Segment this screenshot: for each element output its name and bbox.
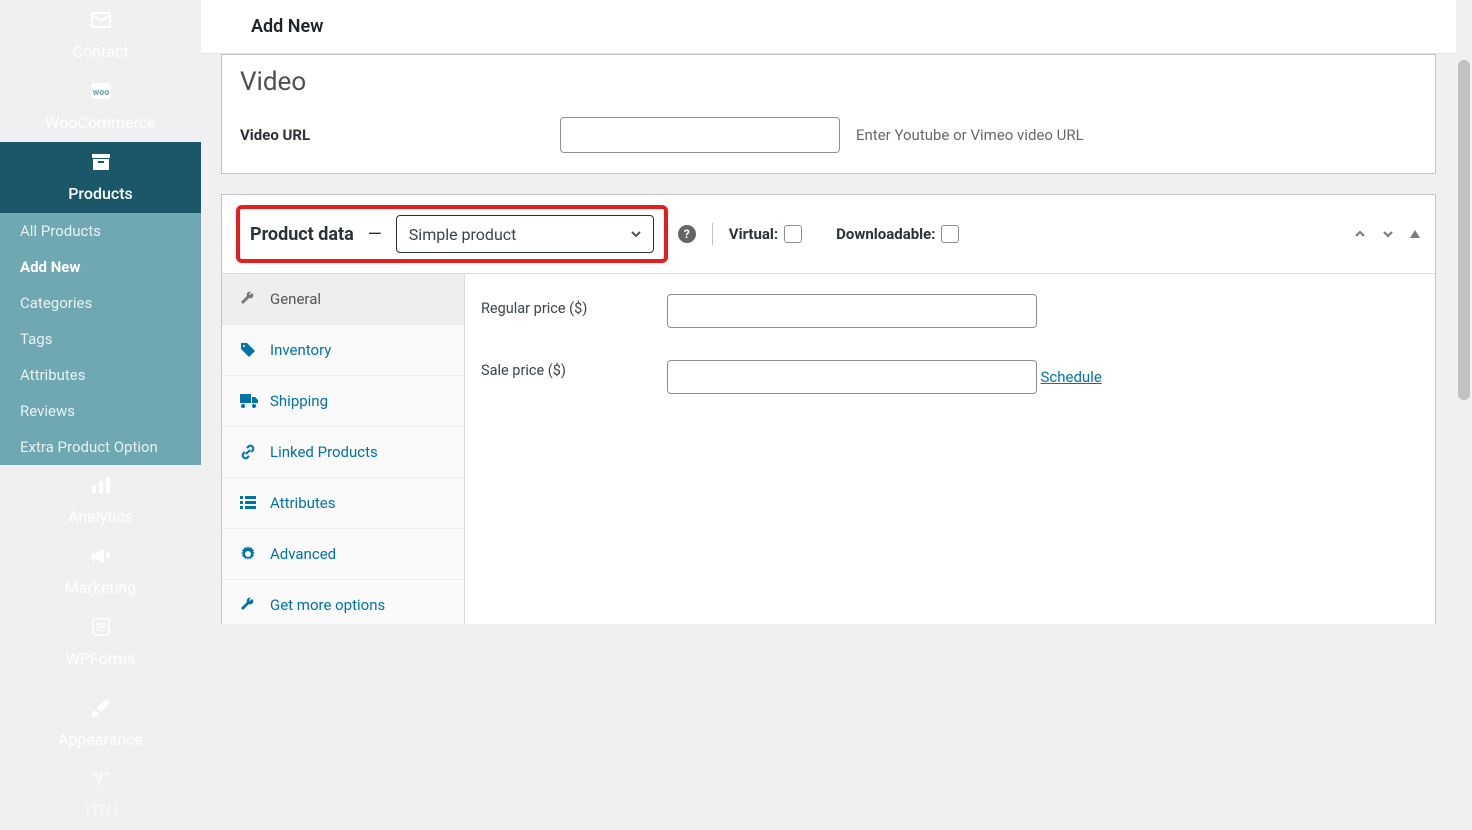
yith-icon: [91, 769, 111, 789]
sidebar-sub-all-products[interactable]: All Products: [0, 213, 201, 249]
product-data-header: Product data — Simple product ?: [222, 195, 1435, 274]
tab-label: Advanced: [270, 545, 336, 563]
video-url-hint: Enter Youtube or Vimeo video URL: [856, 126, 1084, 144]
sidebar-label: YITH: [83, 801, 118, 820]
downloadable-checkbox[interactable]: [941, 225, 959, 243]
product-data-fields: Regular price ($) Sale price ($) Schedul…: [465, 274, 1435, 624]
megaphone-icon: [91, 546, 111, 566]
sidebar-item-analytics[interactable]: Analytics: [0, 465, 201, 536]
video-panel: Video Video URL Enter Youtube or Vimeo v…: [221, 54, 1436, 174]
sale-price-input[interactable]: [667, 360, 1037, 394]
product-data-tabs: General Inventory Shipping Linked P: [222, 274, 465, 624]
sidebar-item-appearance[interactable]: Appearance: [0, 688, 201, 759]
product-type-select[interactable]: Simple product: [396, 215, 654, 253]
sidebar-sub-tags[interactable]: Tags: [0, 321, 201, 357]
move-down-icon[interactable]: [1381, 227, 1395, 241]
main-area: Add New Video Video URL Enter Youtube or…: [201, 0, 1456, 624]
content-scroll[interactable]: Video Video URL Enter Youtube or Vimeo v…: [201, 54, 1456, 624]
bar-chart-icon: [91, 475, 111, 495]
gear-icon: [240, 546, 258, 562]
tag-icon: [240, 342, 258, 358]
downloadable-option[interactable]: Downloadable:: [836, 225, 959, 243]
mail-icon: [91, 10, 111, 30]
product-type-value: Simple product: [409, 225, 517, 244]
product-data-highlight: Product data — Simple product: [236, 205, 668, 263]
video-heading: Video: [222, 55, 1435, 105]
vertical-scrollbar[interactable]: [1456, 0, 1472, 624]
wrench-icon: [240, 291, 258, 307]
chevron-down-icon: [629, 227, 643, 241]
tab-advanced[interactable]: Advanced: [222, 529, 464, 580]
form-icon: [91, 617, 111, 637]
virtual-option[interactable]: Virtual:: [729, 225, 802, 243]
sidebar-sub-attributes[interactable]: Attributes: [0, 357, 201, 393]
tab-label: Shipping: [270, 392, 328, 410]
help-icon[interactable]: ?: [678, 225, 696, 243]
sidebar-label: WooCommerce: [45, 113, 155, 132]
product-data-title: Product data: [250, 224, 354, 245]
tab-label: Attributes: [270, 494, 336, 512]
tab-label: General: [270, 290, 321, 308]
admin-sidebar: Contact woo WooCommerce Products All Pro…: [0, 0, 201, 624]
topbar: Add New: [201, 0, 1456, 54]
video-url-input[interactable]: [560, 117, 840, 153]
sidebar-sub-add-new[interactable]: Add New: [0, 249, 201, 285]
sidebar-item-marketing[interactable]: Marketing: [0, 536, 201, 607]
tab-get-more[interactable]: Get more options: [222, 580, 464, 624]
product-data-panel: Product data — Simple product ?: [221, 194, 1436, 624]
sidebar-sub-reviews[interactable]: Reviews: [0, 393, 201, 429]
move-up-icon[interactable]: [1353, 227, 1367, 241]
product-data-body: General Inventory Shipping Linked P: [222, 274, 1435, 624]
sidebar-item-woocommerce[interactable]: woo WooCommerce: [0, 71, 201, 142]
scrollbar-thumb[interactable]: [1458, 60, 1470, 400]
sidebar-item-contact[interactable]: Contact: [0, 0, 201, 71]
sale-price-label: Sale price ($): [481, 356, 667, 379]
page-title: Add New: [251, 16, 1406, 37]
regular-price-input[interactable]: [667, 294, 1037, 328]
svg-text:woo: woo: [92, 88, 109, 98]
sidebar-label: Appearance: [58, 730, 143, 749]
sidebar-label: Analytics: [68, 507, 133, 526]
schedule-link[interactable]: Schedule: [1040, 368, 1101, 386]
woocommerce-icon: woo: [91, 81, 111, 101]
archive-icon: [91, 152, 111, 172]
wrench-icon: [240, 597, 258, 613]
sidebar-item-products[interactable]: Products: [0, 142, 201, 213]
virtual-checkbox[interactable]: [784, 225, 802, 243]
sidebar-item-yith[interactable]: YITH: [0, 759, 201, 830]
sidebar-label: Marketing: [65, 578, 136, 597]
video-url-label: Video URL: [240, 126, 550, 144]
sidebar-item-wpforms[interactable]: WPForms: [0, 607, 201, 678]
sidebar-label: WPForms: [66, 649, 136, 668]
tab-label: Get more options: [270, 596, 385, 614]
downloadable-label: Downloadable:: [836, 225, 935, 243]
sidebar-sub-categories[interactable]: Categories: [0, 285, 201, 321]
link-icon: [240, 444, 258, 460]
brush-icon: [91, 698, 111, 718]
tab-linked[interactable]: Linked Products: [222, 427, 464, 478]
tab-label: Inventory: [270, 341, 331, 359]
dash: —: [368, 224, 382, 245]
sidebar-sub-extra-option[interactable]: Extra Product Option: [0, 429, 201, 465]
list-icon: [240, 496, 258, 510]
sidebar-label: Products: [68, 184, 133, 203]
regular-price-label: Regular price ($): [481, 294, 667, 317]
tab-inventory[interactable]: Inventory: [222, 325, 464, 376]
tab-attributes[interactable]: Attributes: [222, 478, 464, 529]
virtual-label: Virtual:: [729, 225, 778, 243]
sidebar-label: Contact: [73, 42, 129, 61]
tab-label: Linked Products: [270, 443, 378, 461]
tab-shipping[interactable]: Shipping: [222, 376, 464, 427]
collapse-icon[interactable]: [1409, 228, 1421, 240]
separator: [712, 223, 713, 245]
tab-general[interactable]: General: [222, 274, 464, 325]
truck-icon: [240, 394, 258, 408]
